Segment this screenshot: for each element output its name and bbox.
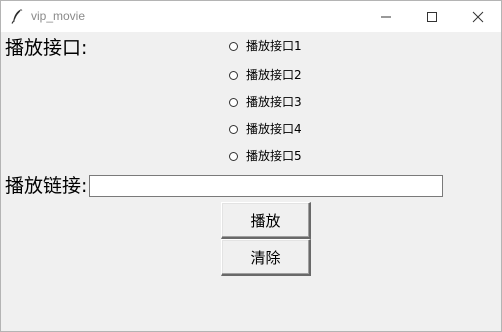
radio-indicator[interactable] (229, 151, 238, 161)
link-label: 播放链接: (5, 175, 88, 197)
interface-radio-5[interactable]: 播放接口5 (229, 148, 302, 164)
radio-indicator[interactable] (229, 97, 238, 107)
radio-label: 播放接口3 (246, 95, 302, 109)
interface-radio-1[interactable]: 播放接口1 (229, 38, 302, 54)
interface-radio-2[interactable]: 播放接口2 (229, 67, 302, 83)
close-button[interactable] (455, 1, 501, 32)
radio-label: 播放接口4 (246, 122, 302, 136)
interface-radio-3[interactable]: 播放接口3 (229, 94, 302, 110)
feather-icon (10, 8, 24, 24)
interface-radio-4[interactable]: 播放接口4 (229, 121, 302, 137)
link-input[interactable] (89, 175, 443, 197)
minimize-icon (381, 16, 391, 18)
radio-label: 播放接口2 (246, 68, 302, 82)
close-icon (472, 11, 484, 23)
play-button[interactable]: 播放 (221, 202, 311, 239)
radio-indicator[interactable] (229, 41, 238, 51)
interface-label: 播放接口: (5, 37, 88, 59)
title-bar[interactable]: vip_movie (1, 1, 501, 32)
clear-button[interactable]: 清除 (221, 239, 311, 276)
radio-label: 播放接口1 (246, 39, 302, 53)
minimize-button[interactable] (363, 1, 409, 32)
radio-label: 播放接口5 (246, 149, 302, 163)
radio-indicator[interactable] (229, 70, 238, 80)
maximize-button[interactable] (409, 1, 455, 32)
radio-indicator[interactable] (229, 124, 238, 134)
maximize-icon (427, 12, 437, 22)
window-title: vip_movie (31, 9, 86, 23)
app-window: vip_movie 播放接口: 播放接口1 播放接口2 播放接口3 播放接口4 … (0, 0, 502, 332)
